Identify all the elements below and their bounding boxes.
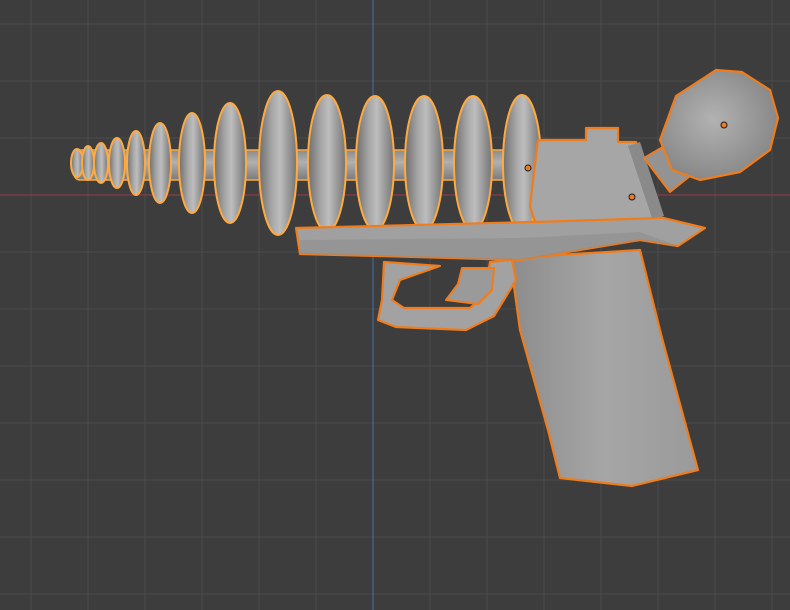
barrel-ring[interactable]: [93, 142, 109, 184]
barrel-ring[interactable]: [404, 95, 444, 231]
barrel-ring[interactable]: [213, 102, 247, 224]
barrel-ring[interactable]: [307, 94, 347, 232]
viewport-canvas[interactable]: [0, 0, 790, 610]
grip[interactable]: [508, 248, 700, 488]
origin-dot-receiver[interactable]: [628, 193, 636, 201]
barrel-ring[interactable]: [108, 137, 126, 189]
barrel-ring[interactable]: [81, 145, 95, 181]
bulb[interactable]: [658, 68, 780, 182]
barrel-ring[interactable]: [148, 122, 172, 204]
barrel-ring[interactable]: [126, 130, 146, 196]
barrel-ring[interactable]: [258, 90, 298, 236]
barrel-ring[interactable]: [355, 95, 395, 231]
raygun-object[interactable]: [70, 68, 780, 488]
trigger-guard[interactable]: [376, 258, 518, 332]
origin-dot-barrel[interactable]: [524, 164, 532, 172]
barrel-ring[interactable]: [453, 95, 493, 231]
origin-dot-bulb[interactable]: [720, 121, 728, 129]
barrel-ring[interactable]: [178, 112, 206, 214]
3d-viewport[interactable]: [0, 0, 790, 610]
